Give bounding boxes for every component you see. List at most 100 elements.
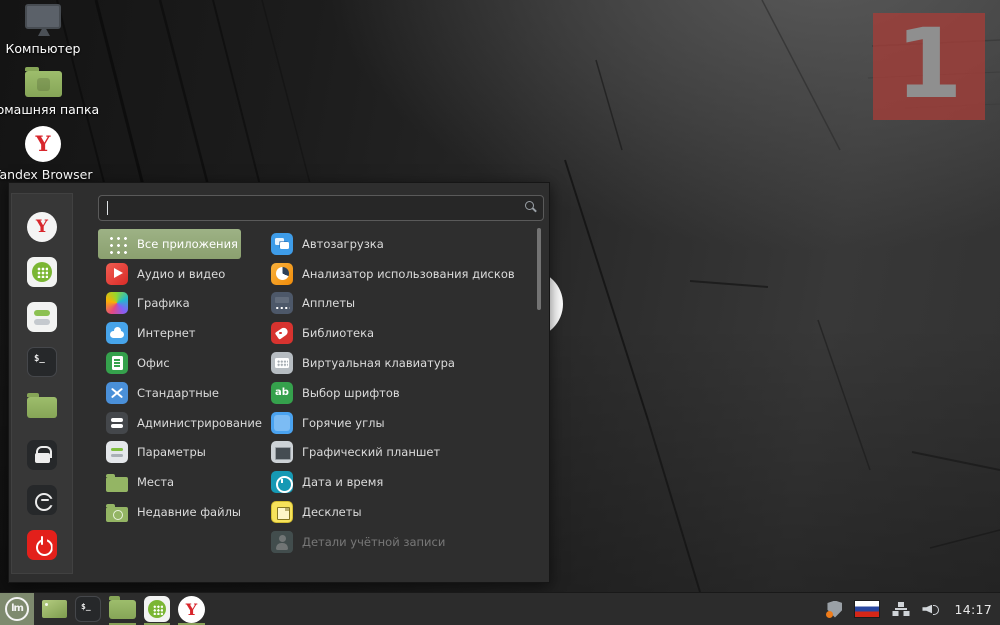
app-item[interactable]: Библиотека (263, 318, 539, 348)
app-item[interactable]: Дата и время (263, 467, 539, 497)
category-item[interactable]: Интернет (98, 318, 241, 348)
desktop: 1 КомпьютерДомашняя папкаYandex Browser … (0, 0, 1000, 625)
app-label: Апплеты (302, 296, 356, 311)
date-time-icon (271, 471, 293, 494)
account-details-icon (271, 530, 293, 553)
system-tray: 14:17 (826, 600, 1000, 618)
system-settings-icon (27, 302, 57, 332)
desktop-icon-home-folder[interactable]: Домашняя папка (0, 65, 103, 117)
sidebar-shutdown-button[interactable] (27, 530, 57, 560)
sidebar-files-button[interactable] (27, 392, 57, 418)
app-item[interactable]: Десклеты (263, 497, 539, 527)
category-item[interactable]: Стандартные (98, 378, 241, 408)
category-label: Места (137, 475, 175, 490)
app-label: Горячие углы (302, 415, 385, 430)
tray-icons (826, 600, 939, 618)
category-label: Недавние файлы (137, 505, 242, 520)
clock[interactable]: 14:17 (954, 602, 992, 617)
app-item[interactable]: Горячие углы (263, 408, 539, 438)
launcher-terminal[interactable] (75, 593, 101, 625)
terminal-icon (27, 347, 57, 377)
taskbar: 14:17 (0, 592, 1000, 625)
hot-corners-icon (271, 411, 293, 434)
category-item[interactable]: Аудио и видео (98, 259, 241, 289)
app-label: Анализатор использования дисков (302, 266, 515, 281)
app-label: Выбор шрифтов (302, 385, 400, 400)
launcher-software-manager[interactable] (144, 593, 170, 625)
category-item[interactable]: Графика (98, 289, 241, 319)
text-caret (107, 201, 108, 215)
category-item[interactable]: Администрирование (98, 408, 262, 438)
launcher-show-desktop[interactable] (42, 593, 67, 625)
category-item[interactable]: Параметры (98, 438, 241, 468)
app-item[interactable]: Автозагрузка (263, 229, 539, 259)
files-icon (109, 595, 136, 619)
desktop-icon-label: Yandex Browser (0, 167, 93, 182)
show-desktop-icon (42, 600, 67, 618)
main-menu: Все приложения Аудио и видео Графика Интерн… (8, 182, 550, 583)
app-item[interactable]: Выбор шрифтов (263, 378, 539, 408)
sidebar-terminal-button[interactable] (27, 347, 57, 377)
update-manager-shield-icon[interactable] (826, 600, 843, 618)
yandex-browser-icon (27, 212, 57, 242)
category-label: Офис (137, 356, 170, 371)
category-label: Интернет (137, 326, 196, 341)
launcher-yandex-browser[interactable] (178, 593, 205, 625)
app-item[interactable]: Виртуальная клавиатура (263, 348, 539, 378)
app-item[interactable]: Графический планшет (263, 438, 539, 468)
menu-button[interactable] (0, 592, 34, 625)
applets-icon (271, 292, 293, 315)
app-label: Виртуальная клавиатура (302, 356, 455, 371)
administration-icon (106, 411, 128, 434)
app-label: Библиотека (302, 326, 375, 341)
font-selection-icon (271, 381, 293, 404)
keyboard-layout-ru-flag-icon[interactable] (855, 601, 880, 617)
software-manager-icon (27, 257, 57, 287)
app-item: Детали учётной записи (263, 527, 539, 557)
volume-icon[interactable] (922, 602, 939, 616)
yandex-browser-icon (25, 126, 61, 162)
category-label: Графика (137, 296, 190, 311)
files-icon (27, 393, 57, 418)
desktop-icon-label: Домашняя папка (0, 102, 100, 117)
disk-usage-icon (271, 262, 293, 285)
desktop-icon-yandex-browser[interactable]: Yandex Browser (0, 126, 103, 182)
lock-screen-icon (27, 440, 57, 470)
app-item[interactable]: Апплеты (263, 289, 539, 319)
app-item[interactable]: Анализатор использования дисков (263, 259, 539, 289)
desktop-icon-computer[interactable]: Компьютер (0, 4, 103, 56)
category-item[interactable]: Места (98, 467, 241, 497)
menu-search (98, 195, 544, 221)
volume-glyph (922, 602, 939, 616)
graphics-tablet-icon (271, 441, 293, 464)
audio-video-icon (106, 262, 128, 285)
network-glyph (892, 601, 909, 617)
menu-apps: Автозагрузка Анализатор использования дис… (263, 229, 539, 557)
taskbar-launchers (34, 593, 205, 625)
update-manager-shield-glyph (827, 600, 843, 618)
launcher-files[interactable] (109, 593, 136, 625)
sidebar-software-manager-button[interactable] (27, 257, 57, 287)
category-item[interactable]: Офис (98, 348, 241, 378)
sidebar-system-settings-button[interactable] (27, 302, 57, 332)
app-label: Графический планшет (302, 445, 441, 460)
accessories-icon (106, 381, 128, 404)
menu-scrollbar[interactable] (537, 228, 541, 310)
internet-icon (106, 322, 128, 345)
category-label: Стандартные (137, 385, 219, 400)
desktop-icon-label: Компьютер (5, 41, 81, 56)
category-item[interactable]: Недавние файлы (98, 497, 241, 527)
network-icon[interactable] (892, 601, 909, 617)
sidebar-logout-button[interactable] (27, 485, 57, 515)
sidebar-lock-screen-button[interactable] (27, 440, 57, 470)
library-icon (271, 322, 293, 345)
shutdown-icon (27, 530, 57, 560)
category-label: Все приложения (137, 236, 238, 251)
places-icon (106, 473, 128, 492)
computer-icon (25, 4, 61, 29)
category-label: Администрирование (137, 415, 262, 430)
category-item[interactable]: Все приложения (98, 229, 241, 259)
search-input[interactable] (98, 195, 544, 221)
sidebar-yandex-browser-button[interactable] (27, 212, 57, 242)
mint-logo-icon (5, 597, 29, 621)
